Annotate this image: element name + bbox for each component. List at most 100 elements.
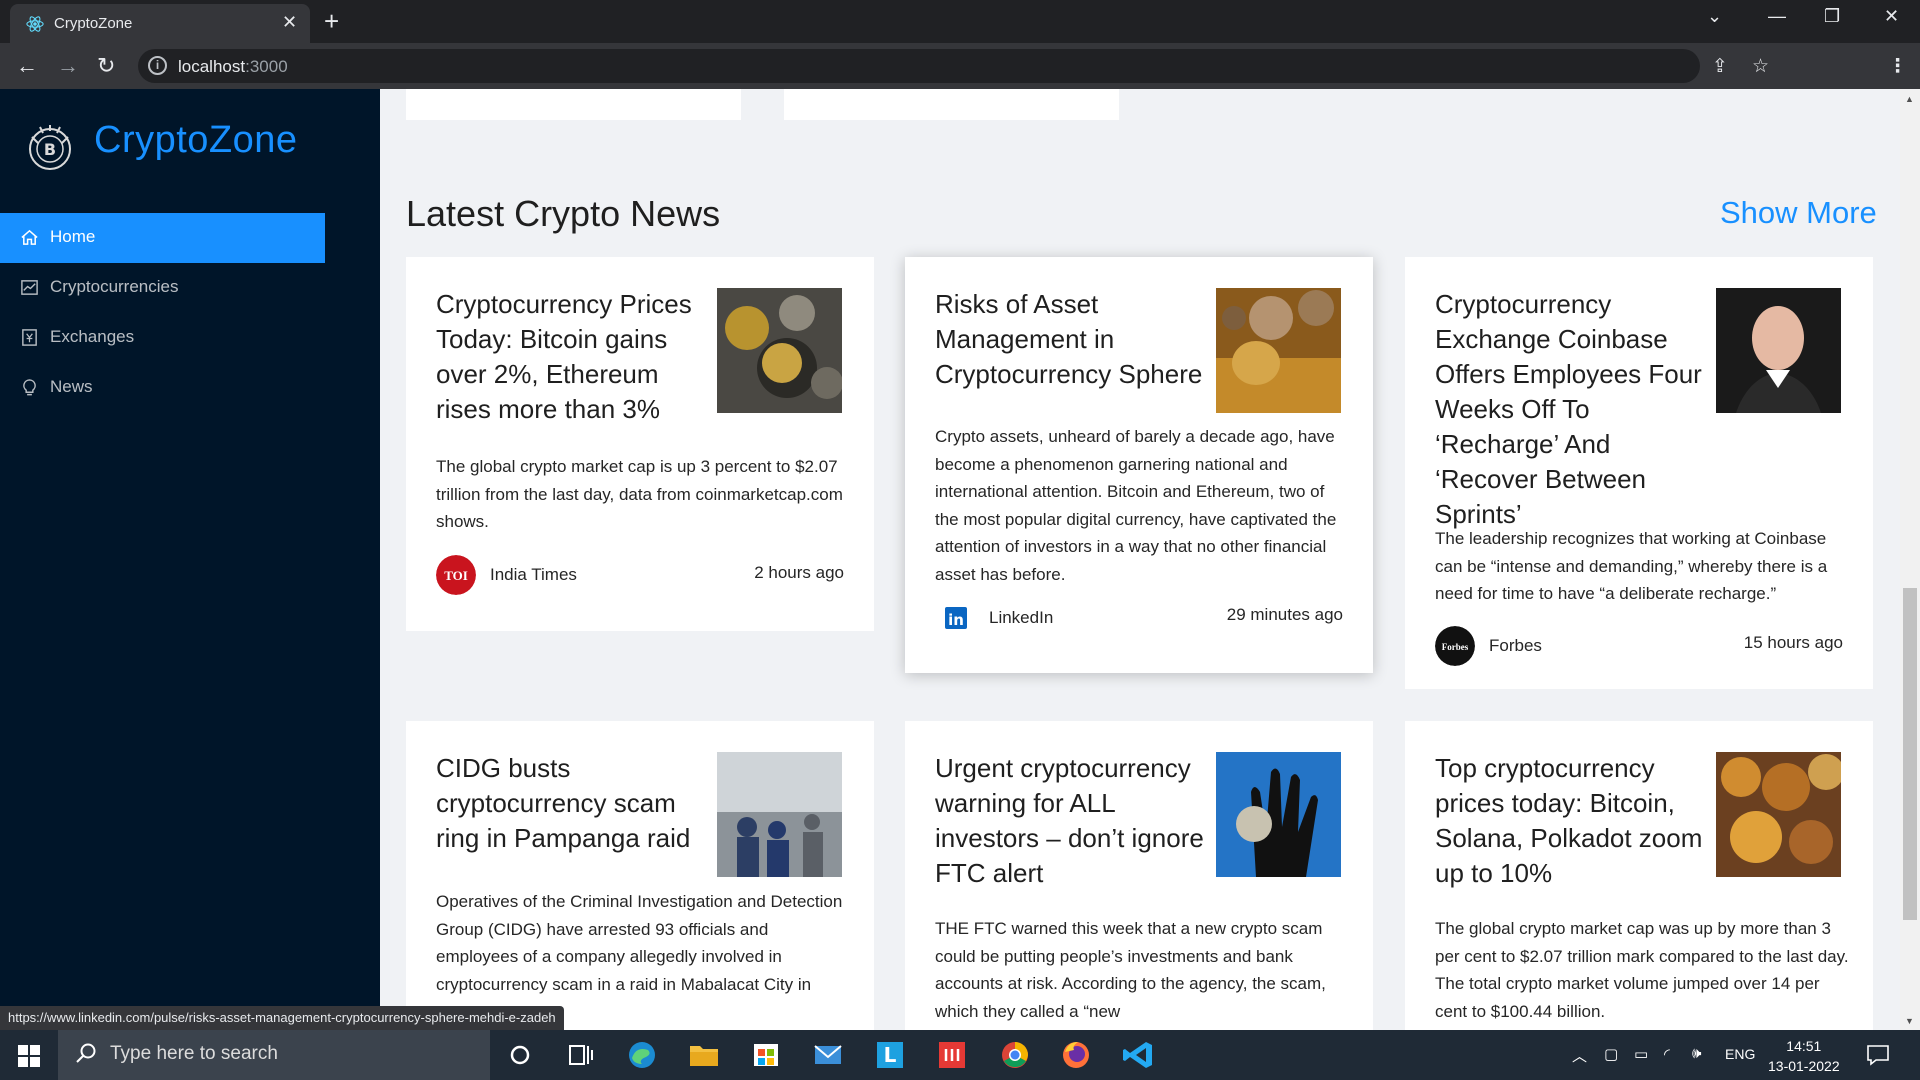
tab-close-icon[interactable]: ✕ bbox=[282, 12, 297, 33]
link-status-url: https://www.linkedin.com/pulse/risks-ass… bbox=[0, 1006, 564, 1030]
sidebar-item-exchanges[interactable]: Exchanges bbox=[0, 313, 325, 363]
crypto-card-bottom[interactable] bbox=[784, 89, 1119, 120]
input-language[interactable]: ENG bbox=[1725, 1046, 1755, 1062]
l-app-icon[interactable]: L bbox=[860, 1030, 920, 1080]
sidebar-item-home[interactable]: Home bbox=[0, 213, 325, 263]
news-card[interactable]: Risks of Asset Management in Cryptocurre… bbox=[905, 257, 1373, 673]
provider-logo: TOI bbox=[436, 555, 476, 595]
news-title: Risks of Asset Management in Cryptocurre… bbox=[935, 289, 1203, 389]
sidebar: B CryptoZone Home Cryptocurrencies Excha… bbox=[0, 89, 380, 1030]
clock-time: 14:51 bbox=[1786, 1038, 1822, 1054]
news-card[interactable]: Urgent cryptocurrency warning for ALL in… bbox=[905, 721, 1373, 1030]
volume-icon[interactable]: 🕪 bbox=[1692, 1045, 1701, 1062]
sidebar-item-label: Cryptocurrencies bbox=[50, 277, 179, 296]
news-card[interactable]: Cryptocurrency Prices Today: Bitcoin gai… bbox=[406, 257, 874, 631]
notifications-icon[interactable] bbox=[1866, 1044, 1890, 1066]
minimize-icon[interactable]: — bbox=[1768, 6, 1786, 27]
svg-text:B: B bbox=[44, 140, 56, 159]
news-description: The leadership recognizes that working a… bbox=[1435, 529, 1828, 603]
fund-chart-icon bbox=[21, 280, 38, 295]
scroll-down-arrow-icon[interactable]: ▼ bbox=[1905, 1016, 1914, 1026]
news-thumbnail bbox=[1716, 288, 1841, 413]
address-bar[interactable]: i localhost:3000 bbox=[138, 49, 1700, 83]
news-description: The global crypto market cap was up by m… bbox=[1435, 919, 1849, 1021]
sidebar-item-label: Home bbox=[50, 227, 96, 246]
window-close-icon[interactable]: ✕ bbox=[1884, 6, 1899, 27]
microsoft-store-icon[interactable] bbox=[736, 1030, 796, 1080]
news-description: Operatives of the Criminal Investigation… bbox=[436, 892, 843, 994]
news-thumbnail bbox=[717, 288, 842, 413]
scroll-up-arrow-icon[interactable]: ▲ bbox=[1905, 94, 1914, 104]
browser-menu-icon[interactable]: ⋮ bbox=[1888, 55, 1907, 78]
wifi-icon[interactable]: ◜ bbox=[1664, 1045, 1670, 1063]
forward-icon[interactable]: → bbox=[57, 53, 79, 79]
news-provider: India Times bbox=[490, 565, 577, 584]
news-time: 2 hours ago bbox=[754, 563, 844, 582]
show-hidden-icons-chevron-icon[interactable]: ︿ bbox=[1572, 1045, 1587, 1066]
section-title: Latest Crypto News bbox=[406, 193, 721, 234]
taskbar-clock[interactable]: 14:51 13-01-2022 bbox=[1768, 1036, 1840, 1076]
linkedin-logo-icon: in bbox=[945, 607, 967, 629]
news-title: Top cryptocurrency prices today: Bitcoin… bbox=[1435, 753, 1703, 888]
react-favicon-icon bbox=[26, 16, 44, 32]
svg-text:L: L bbox=[884, 1043, 897, 1067]
home-icon bbox=[21, 229, 38, 245]
news-title: CIDG busts cryptocurrency scam ring in P… bbox=[436, 753, 691, 853]
news-title: Cryptocurrency Exchange Coinbase Offers … bbox=[1435, 289, 1702, 529]
news-thumbnail bbox=[1216, 288, 1341, 413]
edge-icon[interactable] bbox=[612, 1030, 672, 1080]
restore-icon[interactable]: ❐ bbox=[1824, 6, 1840, 27]
tab-search-chevron-icon[interactable]: ⌄ bbox=[1707, 6, 1722, 27]
back-icon[interactable]: ← bbox=[16, 53, 38, 79]
red-app-icon[interactable] bbox=[922, 1030, 982, 1080]
crypto-card-bottom[interactable] bbox=[406, 89, 741, 120]
provider-logo: Forbes bbox=[1435, 626, 1475, 666]
search-icon bbox=[76, 1043, 96, 1063]
news-description: THE FTC warned this week that a new cryp… bbox=[935, 919, 1326, 1021]
bookmark-star-icon[interactable]: ☆ bbox=[1752, 55, 1769, 78]
browser-toolbar: ← → ↻ i localhost:3000 ⇪ ☆ ⋮ bbox=[0, 43, 1920, 118]
chrome-icon[interactable] bbox=[985, 1030, 1045, 1080]
cortana-icon[interactable] bbox=[490, 1030, 550, 1080]
taskbar-search[interactable]: Type here to search bbox=[58, 1030, 490, 1080]
battery-icon[interactable]: ▭ bbox=[1634, 1045, 1648, 1063]
news-card[interactable]: CIDG busts cryptocurrency scam ring in P… bbox=[406, 721, 874, 1030]
news-thumbnail bbox=[1716, 752, 1841, 877]
new-tab-icon[interactable]: + bbox=[324, 6, 339, 37]
scrollbar-thumb[interactable] bbox=[1903, 588, 1917, 920]
provider-logo-text: TOI bbox=[444, 568, 468, 583]
news-time: 29 minutes ago bbox=[1226, 605, 1343, 624]
news-title: Cryptocurrency Prices Today: Bitcoin gai… bbox=[436, 289, 692, 424]
sidebar-item-cryptocurrencies[interactable]: Cryptocurrencies bbox=[0, 263, 325, 313]
taskbar-search-placeholder: Type here to search bbox=[110, 1043, 278, 1064]
task-view-icon[interactable] bbox=[550, 1030, 610, 1080]
site-info-icon[interactable]: i bbox=[148, 56, 167, 75]
mail-icon[interactable] bbox=[798, 1030, 858, 1080]
share-icon[interactable]: ⇪ bbox=[1712, 55, 1728, 78]
reload-icon[interactable]: ↻ bbox=[97, 53, 115, 79]
address-url[interactable]: localhost:3000 bbox=[178, 57, 288, 77]
clock-date: 13-01-2022 bbox=[1768, 1058, 1840, 1074]
windows-taskbar: Type here to search L ︿ ▢ ▭ ◜ 🕪 ENG 14:5… bbox=[0, 1030, 1920, 1080]
cryptozone-logo-icon: B bbox=[29, 125, 71, 170]
url-host: localhost bbox=[178, 57, 246, 76]
news-description: The global crypto market cap is up 3 per… bbox=[436, 457, 843, 531]
sidebar-item-label: News bbox=[50, 377, 93, 396]
url-port: :3000 bbox=[245, 57, 288, 76]
news-provider: LinkedIn bbox=[989, 608, 1054, 627]
sidebar-item-news[interactable]: News bbox=[0, 363, 325, 413]
meet-now-icon[interactable]: ▢ bbox=[1604, 1045, 1618, 1063]
news-card[interactable]: Cryptocurrency Exchange Coinbase Offers … bbox=[1405, 257, 1873, 689]
windows-start-icon[interactable] bbox=[18, 1045, 40, 1067]
show-more-link[interactable]: Show More bbox=[1720, 195, 1877, 231]
browser-tab-strip: CryptoZone ✕ + ⌄ — ❐ ✕ bbox=[0, 0, 1920, 43]
money-collect-icon bbox=[22, 329, 37, 346]
file-explorer-icon[interactable] bbox=[674, 1030, 734, 1080]
browser-tab[interactable]: CryptoZone ✕ bbox=[10, 4, 310, 43]
brand-title[interactable]: CryptoZone bbox=[94, 119, 298, 162]
news-provider: Forbes bbox=[1489, 636, 1542, 655]
vscode-icon[interactable] bbox=[1108, 1030, 1168, 1080]
news-card[interactable]: Top cryptocurrency prices today: Bitcoin… bbox=[1405, 721, 1873, 1030]
provider-logo-text: Forbes bbox=[1442, 642, 1469, 652]
firefox-icon[interactable] bbox=[1046, 1030, 1106, 1080]
